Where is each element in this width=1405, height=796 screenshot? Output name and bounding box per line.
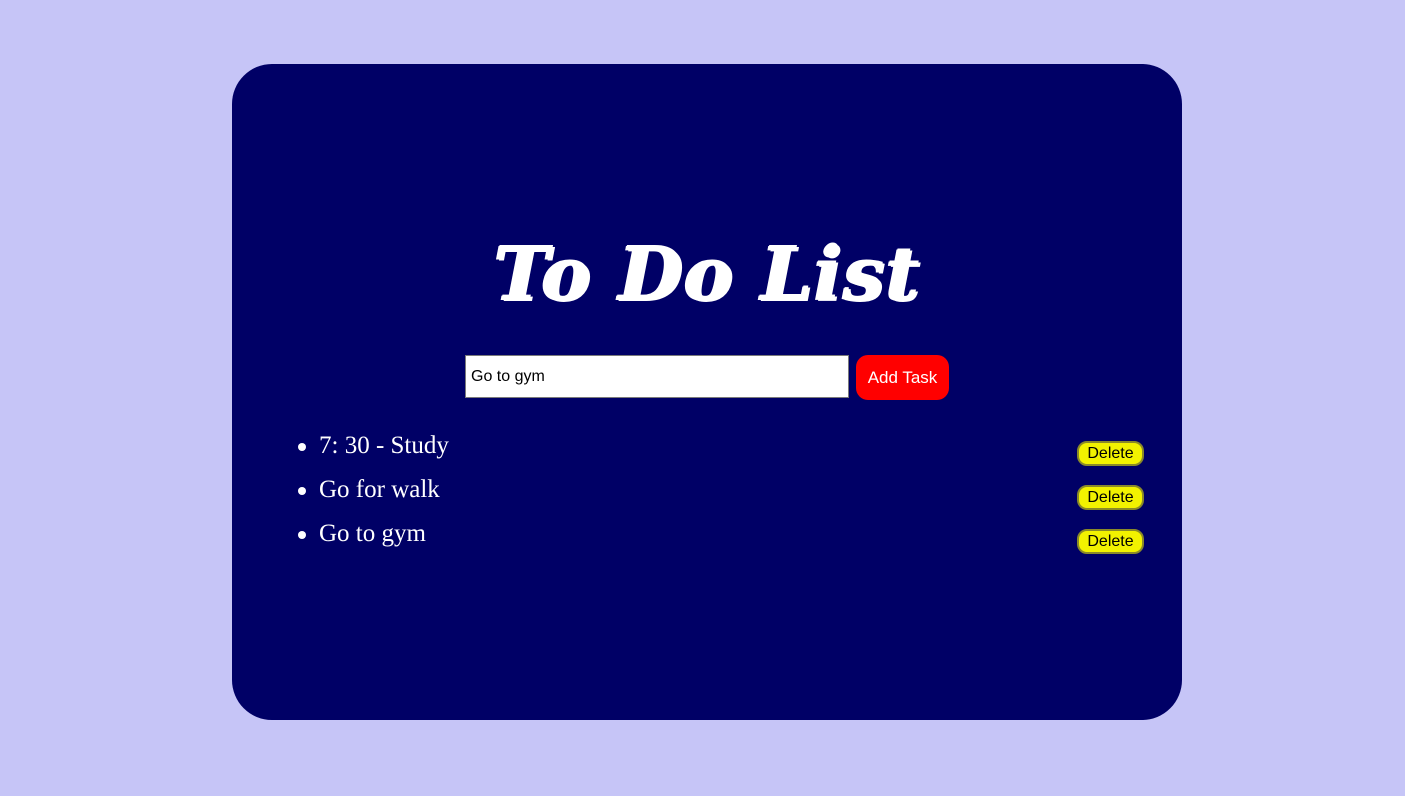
delete-button[interactable]: Delete [1077, 485, 1144, 510]
list-item: Go to gym Delete [232, 516, 1182, 560]
task-text: Go for walk [319, 476, 440, 503]
list-item: 7: 30 - Study Delete [232, 428, 1182, 472]
bullet-icon [298, 487, 306, 495]
delete-button[interactable]: Delete [1077, 529, 1144, 554]
bullet-icon [298, 443, 306, 451]
todo-card: To Do List Add Task 7: 30 - Study Delete… [232, 64, 1182, 720]
add-task-button[interactable]: Add Task [856, 355, 949, 400]
list-item: Go for walk Delete [232, 472, 1182, 516]
task-text: 7: 30 - Study [319, 432, 449, 459]
delete-button[interactable]: Delete [1077, 441, 1144, 466]
page-title: To Do List [493, 231, 921, 317]
task-list: 7: 30 - Study Delete Go for walk Delete … [232, 428, 1182, 560]
task-text: Go to gym [319, 520, 426, 547]
bullet-icon [298, 531, 306, 539]
task-input[interactable] [465, 355, 849, 398]
